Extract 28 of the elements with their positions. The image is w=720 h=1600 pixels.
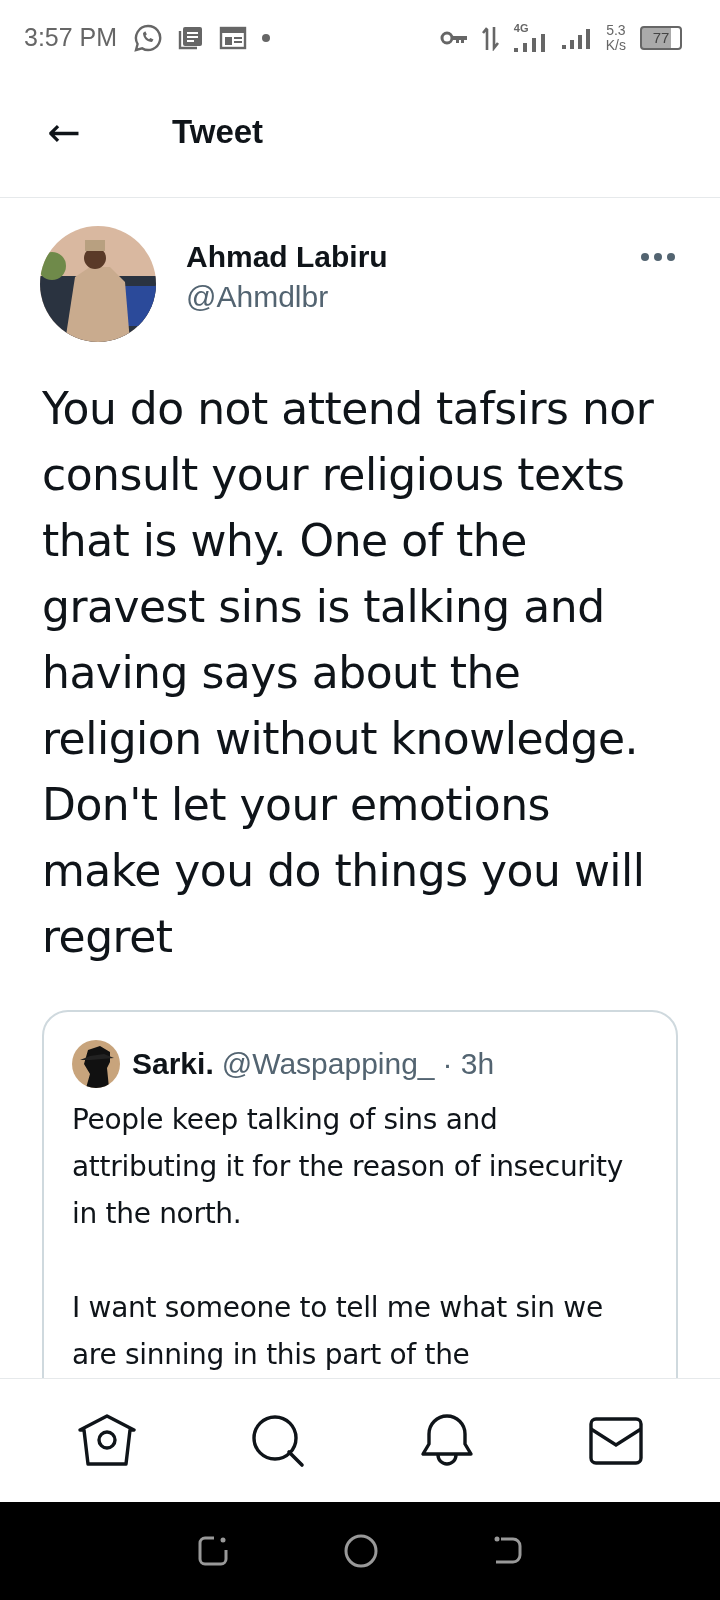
data-arrows-icon: [481, 24, 500, 51]
bell-icon[interactable]: [419, 1413, 474, 1468]
quoted-author-handle: @Waspapping_: [221, 1047, 435, 1081]
quoted-author-name: Sarki.: [132, 1047, 214, 1081]
quoted-tweet-text: People keep talking of sins and attributing it for the reason of insecurity in the north.: [72, 1102, 624, 1232]
home-circle-icon[interactable]: [344, 1534, 378, 1568]
back-button[interactable]: ←: [42, 109, 86, 155]
speed-value: 5.3: [606, 22, 626, 38]
network-type: 4G: [513, 23, 529, 34]
author-name: Ahmad Labiru: [186, 240, 389, 274]
battery-indicator: 77: [640, 25, 682, 50]
quoted-tweet-time: · 3h: [442, 1047, 495, 1081]
home-icon[interactable]: [77, 1413, 136, 1468]
mail-icon[interactable]: [588, 1416, 643, 1465]
signal-icon: [513, 34, 548, 52]
chat-bubble-icon: [133, 22, 164, 53]
recents-icon[interactable]: [197, 1535, 230, 1567]
speed-unit: K/s: [605, 37, 626, 53]
quoted-tweet-text: I want someone to tell me what sin we are sinning in this part of the: [72, 1290, 604, 1373]
back-icon[interactable]: [492, 1536, 523, 1566]
author-handle: @Ahmdlbr: [186, 280, 330, 314]
signal-icon: [561, 26, 592, 49]
status-time: 3:57 PM: [24, 23, 118, 52]
tweet-text: You do not attend tafsirs nor consult your religious texts that is why. One of the gravest sins is talking and having says about the religion without knowledge. Don't let your emotions make you do things you will regret: [42, 382, 655, 964]
dot-icon: [261, 32, 272, 43]
page-title: Tweet: [172, 113, 264, 151]
more-options-icon[interactable]: [640, 252, 676, 262]
search-icon[interactable]: [250, 1413, 305, 1468]
